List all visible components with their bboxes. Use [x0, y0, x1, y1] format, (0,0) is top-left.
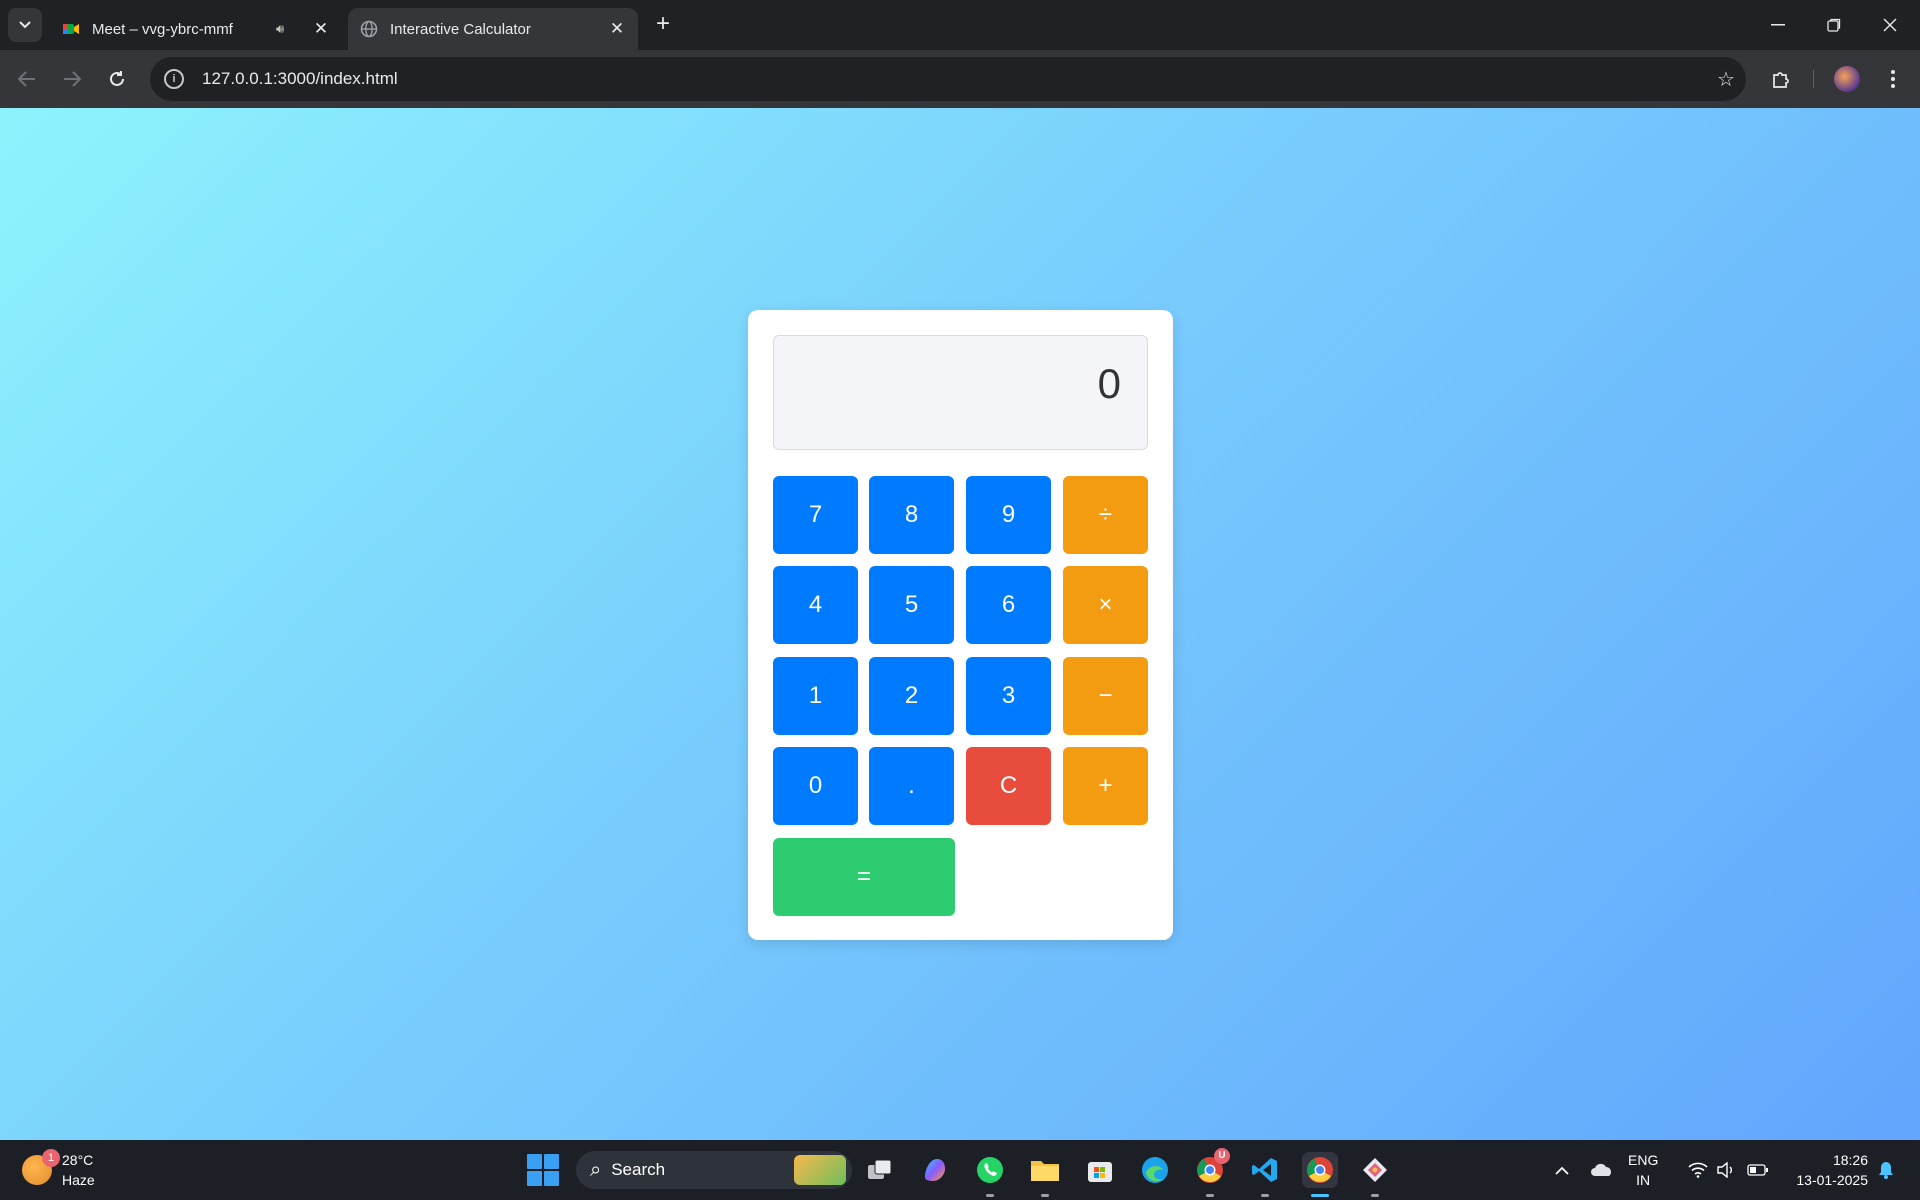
- running-indicator: [1261, 1194, 1269, 1197]
- weather-badge: 1: [42, 1149, 60, 1167]
- new-tab-plus-icon[interactable]: +: [650, 11, 676, 37]
- taskbar: 1 28°C Haze ⌕ Search U ENG IN 18:26 13-0…: [0, 1140, 1920, 1200]
- key-1[interactable]: 1: [773, 657, 858, 735]
- google-meet-icon: [63, 24, 79, 34]
- key-clear[interactable]: C: [966, 747, 1051, 825]
- running-indicator: [1371, 1194, 1379, 1197]
- search-highlight-icon: [794, 1155, 846, 1185]
- whatsapp-icon[interactable]: [972, 1152, 1008, 1197]
- language-code: ENG: [1628, 1152, 1659, 1168]
- language-indicator[interactable]: ENG IN: [1628, 1150, 1658, 1190]
- key-7[interactable]: 7: [773, 476, 858, 554]
- address-url: 127.0.0.1:3000/index.html: [202, 69, 398, 88]
- chrome-profile-icon[interactable]: U: [1192, 1148, 1230, 1197]
- speaker-icon[interactable]: 🔊︎: [276, 21, 296, 37]
- close-window-icon[interactable]: [1862, 0, 1918, 50]
- close-tab-icon[interactable]: ✕: [312, 19, 330, 39]
- key-5[interactable]: 5: [869, 566, 954, 644]
- key-9[interactable]: 9: [966, 476, 1051, 554]
- copilot-icon[interactable]: [917, 1152, 953, 1188]
- tab-search-chevron-icon[interactable]: [8, 8, 42, 42]
- language-region: IN: [1636, 1172, 1651, 1188]
- tab-meet[interactable]: Meet – vvg-ybrc-mmf 🔊︎ ✕: [50, 8, 342, 50]
- reload-icon[interactable]: [100, 62, 134, 96]
- system-clock[interactable]: 18:26 13-01-2025: [1788, 1150, 1868, 1190]
- snipping-tool-icon[interactable]: [1357, 1152, 1393, 1197]
- taskbar-search[interactable]: ⌕ Search: [576, 1151, 852, 1189]
- active-indicator: [1311, 1194, 1329, 1197]
- weather-temperature: 28°C: [62, 1152, 94, 1168]
- calculator-display: 0: [773, 335, 1148, 450]
- browser-tabstrip: Meet – vvg-ybrc-mmf 🔊︎ ✕ Interactive Cal…: [0, 0, 1920, 50]
- calculator: 0 7 8 9 ÷ 4 5 6 × 1 2 3 − 0 . C + =: [748, 310, 1173, 940]
- tab-title: Meet – vvg-ybrc-mmf: [92, 20, 233, 38]
- page-viewport: 0 7 8 9 ÷ 4 5 6 × 1 2 3 − 0 . C + =: [0, 108, 1920, 1140]
- clock-date: 13-01-2025: [1796, 1172, 1868, 1188]
- show-hidden-icons-chevron-icon[interactable]: [1544, 1152, 1580, 1188]
- minimize-icon[interactable]: [1750, 0, 1806, 50]
- weather-haze-icon: 1: [22, 1149, 60, 1185]
- weather-condition: Haze: [62, 1172, 95, 1188]
- windows-start-icon[interactable]: [527, 1154, 559, 1186]
- forward-arrow-icon[interactable]: [55, 62, 89, 96]
- key-3[interactable]: 3: [966, 657, 1051, 735]
- running-indicator: [986, 1194, 994, 1197]
- extensions-puzzle-icon[interactable]: [1764, 62, 1798, 96]
- key-multiply[interactable]: ×: [1063, 566, 1148, 644]
- chrome-profile-badge: U: [1214, 1148, 1230, 1164]
- running-indicator: [1206, 1194, 1214, 1197]
- key-6[interactable]: 6: [966, 566, 1051, 644]
- running-indicator: [1041, 1194, 1049, 1197]
- search-icon: ⌕: [590, 1158, 602, 1181]
- key-equals[interactable]: =: [773, 838, 955, 916]
- microsoft-store-icon[interactable]: [1082, 1152, 1118, 1188]
- key-2[interactable]: 2: [869, 657, 954, 735]
- file-explorer-icon[interactable]: [1027, 1152, 1063, 1197]
- more-menu-icon[interactable]: [1876, 62, 1910, 96]
- tab-interactive-calculator[interactable]: Interactive Calculator ✕: [348, 8, 638, 50]
- notification-bell-icon[interactable]: [1868, 1152, 1904, 1188]
- onedrive-cloud-icon[interactable]: [1584, 1152, 1620, 1188]
- search-label: Search: [611, 1160, 666, 1179]
- battery-icon[interactable]: [1740, 1152, 1776, 1188]
- avatar-icon: [1834, 66, 1860, 92]
- vscode-icon[interactable]: [1247, 1152, 1283, 1197]
- edge-icon[interactable]: [1137, 1152, 1173, 1188]
- key-add[interactable]: +: [1063, 747, 1148, 825]
- restore-icon[interactable]: [1806, 0, 1862, 50]
- profile-avatar[interactable]: [1830, 62, 1864, 96]
- task-view-icon[interactable]: [862, 1152, 898, 1188]
- bookmark-star-icon[interactable]: ☆: [1706, 67, 1746, 92]
- toolbar-divider: [1813, 70, 1814, 88]
- globe-icon: [360, 20, 378, 38]
- key-divide[interactable]: ÷: [1063, 476, 1148, 554]
- address-bar[interactable]: i 127.0.0.1:3000/index.html ☆: [150, 57, 1746, 101]
- key-decimal[interactable]: .: [869, 747, 954, 825]
- back-arrow-icon[interactable]: [10, 62, 44, 96]
- clock-time: 18:26: [1832, 1152, 1868, 1168]
- site-info-icon[interactable]: i: [164, 69, 184, 89]
- chrome-active-icon[interactable]: [1302, 1152, 1338, 1197]
- key-8[interactable]: 8: [869, 476, 954, 554]
- tab-title: Interactive Calculator: [390, 20, 531, 38]
- key-4[interactable]: 4: [773, 566, 858, 644]
- weather-widget[interactable]: 1 28°C Haze: [22, 1149, 95, 1190]
- key-0[interactable]: 0: [773, 747, 858, 825]
- volume-icon[interactable]: [1708, 1152, 1744, 1188]
- browser-toolbar: i 127.0.0.1:3000/index.html ☆: [0, 50, 1920, 108]
- key-subtract[interactable]: −: [1063, 657, 1148, 735]
- close-tab-icon[interactable]: ✕: [608, 19, 626, 39]
